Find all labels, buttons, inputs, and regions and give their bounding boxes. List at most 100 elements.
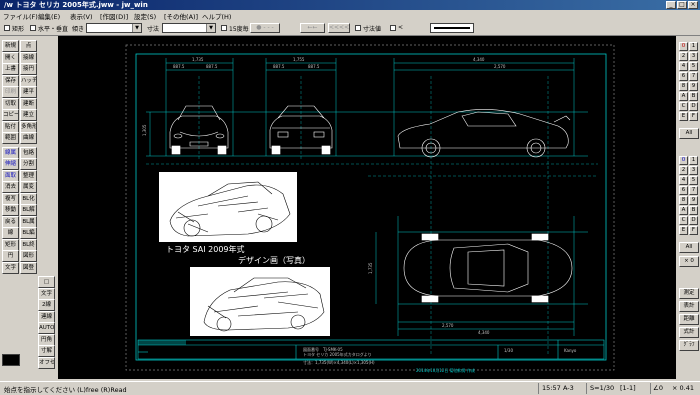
mid-arrows-button[interactable]: <<<< <box>328 23 350 33</box>
group-button-6[interactable]: 6 <box>679 186 688 195</box>
tool-button-2-1[interactable]: 接円 <box>20 63 37 75</box>
side-tool-button-2[interactable]: 距離 <box>679 314 699 325</box>
menu-view[interactable]: 表示(V) <box>70 11 93 21</box>
layer-button-6[interactable]: 6 <box>679 72 688 81</box>
tool-button-13-1[interactable]: BL化 <box>20 192 37 205</box>
angle-combo[interactable]: ▼ <box>86 23 142 33</box>
tool-button-10-1[interactable]: 分割 <box>20 158 37 170</box>
group-button-1[interactable]: 1 <box>689 156 698 165</box>
group-button-8[interactable]: 8 <box>679 196 688 205</box>
layer-button-A[interactable]: A <box>679 92 688 101</box>
group-all-button[interactable]: All <box>679 242 699 253</box>
tool-button-11-0[interactable]: 面取 <box>2 169 19 182</box>
tool-button-15-1[interactable]: BL属 <box>20 215 37 228</box>
sub-tool-button-5-1[interactable]: 円角 <box>38 333 55 346</box>
layer-ex-button[interactable]: × 0 <box>679 256 699 267</box>
deg15-checkbox[interactable] <box>221 25 227 31</box>
tool-button-8-0[interactable]: 範囲 <box>2 132 19 144</box>
tool-button-19-1[interactable]: 図登 <box>20 261 37 274</box>
tool-button-4-1[interactable]: 建平 <box>20 86 37 98</box>
menu-other[interactable]: [その他(A)] <box>164 11 198 21</box>
tool-button-7-0[interactable]: 貼付 <box>2 120 19 133</box>
layer-button-E[interactable]: E <box>679 112 688 121</box>
layer-button-B[interactable]: B <box>689 92 698 101</box>
tool-button-18-1[interactable]: 図形 <box>20 250 37 262</box>
group-button-9[interactable]: 9 <box>689 196 698 205</box>
layer-button-1[interactable]: 1 <box>689 42 698 51</box>
tool-button-9-1[interactable]: 包絡 <box>20 146 37 159</box>
group-button-2[interactable]: 2 <box>679 166 688 175</box>
side-tool-button-4[interactable]: ｸﾞﾗﾌ <box>679 340 699 351</box>
tool-button-15-0[interactable]: 戻る <box>2 215 19 228</box>
tool-button-3-0[interactable]: 保存 <box>2 74 19 87</box>
tool-button-2-0[interactable]: 上書 <box>2 63 19 75</box>
tool-button-0-0[interactable]: 新規 <box>2 40 19 52</box>
layer-button-F[interactable]: F <box>689 112 698 121</box>
sub-tool-button-3-1[interactable]: 連線 <box>38 310 55 323</box>
group-button-E[interactable]: E <box>679 226 688 235</box>
side-tool-button-0[interactable]: 測定 <box>679 288 699 299</box>
group-button-3[interactable]: 3 <box>689 166 698 175</box>
tool-button-14-0[interactable]: 移動 <box>2 204 19 216</box>
layer-all-button[interactable]: All <box>679 128 699 139</box>
layer-button-5[interactable]: 5 <box>689 62 698 71</box>
tool-button-18-0[interactable]: 円 <box>2 250 19 262</box>
sub-tool-button-1-1[interactable]: 文字 <box>38 287 55 300</box>
status-scale[interactable]: S=1/30 <box>590 384 614 392</box>
menu-file[interactable]: ファイル(F) <box>3 11 38 21</box>
maximize-button[interactable]: □ <box>677 1 687 9</box>
layer-button-8[interactable]: 8 <box>679 82 688 91</box>
tool-button-0-1[interactable]: 点 <box>20 40 37 52</box>
tool-button-3-1[interactable]: ハッチ <box>20 74 37 87</box>
status-layer[interactable]: [1-1] <box>620 384 636 392</box>
group-button-A[interactable]: A <box>679 206 688 215</box>
hv-checkbox[interactable] <box>30 25 36 31</box>
layer-button-7[interactable]: 7 <box>689 72 698 81</box>
layer-button-0[interactable]: 0 <box>679 42 688 51</box>
sub-tool-button-4-0[interactable]: AUTO <box>38 322 55 334</box>
sub-tool-button-0-1[interactable]: □ <box>38 276 55 288</box>
group-button-C[interactable]: C <box>679 216 688 225</box>
group-button-7[interactable]: 7 <box>689 186 698 195</box>
sub-tool-button-2-1[interactable]: 2線 <box>38 299 55 311</box>
tool-button-6-1[interactable]: 建立 <box>20 109 37 121</box>
group-button-4[interactable]: 4 <box>679 176 688 185</box>
tool-button-17-1[interactable]: BL終 <box>20 238 37 251</box>
layer-button-D[interactable]: D <box>689 102 698 111</box>
side-tool-button-3[interactable]: 式計 <box>679 327 699 338</box>
tool-button-7-1[interactable]: 多角形 <box>20 120 37 133</box>
group-button-B[interactable]: B <box>689 206 698 215</box>
status-angle[interactable]: ∠0 <box>653 384 663 392</box>
tool-button-5-0[interactable]: 切取 <box>2 97 19 110</box>
menu-help[interactable]: ヘルプ(H) <box>202 11 231 21</box>
tool-button-5-1[interactable]: 建断 <box>20 97 37 110</box>
tool-button-16-0[interactable]: 線 <box>2 227 19 239</box>
line-type-preview[interactable] <box>430 23 474 33</box>
tool-button-17-0[interactable]: 矩形 <box>2 238 19 251</box>
point-button[interactable]: ● - - - <box>250 23 280 33</box>
dim-value-checkbox[interactable] <box>355 25 361 31</box>
menu-settings[interactable]: 設定(S) <box>134 11 156 21</box>
sub-tool-button-7-1[interactable]: オフセット <box>38 356 55 369</box>
tool-button-12-0[interactable]: 消去 <box>2 181 19 193</box>
menu-draw[interactable]: [作図(D)] <box>100 11 128 21</box>
status-paper[interactable]: A-3 <box>563 384 574 392</box>
tool-button-13-0[interactable]: 複写 <box>2 192 19 205</box>
tool-button-10-0[interactable]: 伸縮 <box>2 158 19 170</box>
tool-button-11-1[interactable]: 整理 <box>20 169 37 182</box>
menu-edit[interactable]: 編集(E) <box>38 11 60 21</box>
layer-button-9[interactable]: 9 <box>689 82 698 91</box>
tool-button-8-1[interactable]: 曲線 <box>20 132 37 144</box>
color-swatch[interactable] <box>2 354 20 366</box>
status-zoom[interactable]: × 0.41 <box>672 384 694 392</box>
close-button[interactable]: × <box>688 1 698 9</box>
arrow-checkbox[interactable] <box>390 25 396 31</box>
tool-button-14-1[interactable]: BL解 <box>20 204 37 216</box>
layer-button-4[interactable]: 4 <box>679 62 688 71</box>
layer-button-C[interactable]: C <box>679 102 688 111</box>
group-button-0[interactable]: 0 <box>679 156 688 165</box>
tool-button-19-0[interactable]: 文字 <box>2 261 19 274</box>
group-button-D[interactable]: D <box>689 216 698 225</box>
side-tool-button-1[interactable]: 表計 <box>679 301 699 312</box>
drawing-canvas[interactable]: 1,735 1,755 4,340 2,570 887.5 887.5 887.… <box>58 36 676 379</box>
